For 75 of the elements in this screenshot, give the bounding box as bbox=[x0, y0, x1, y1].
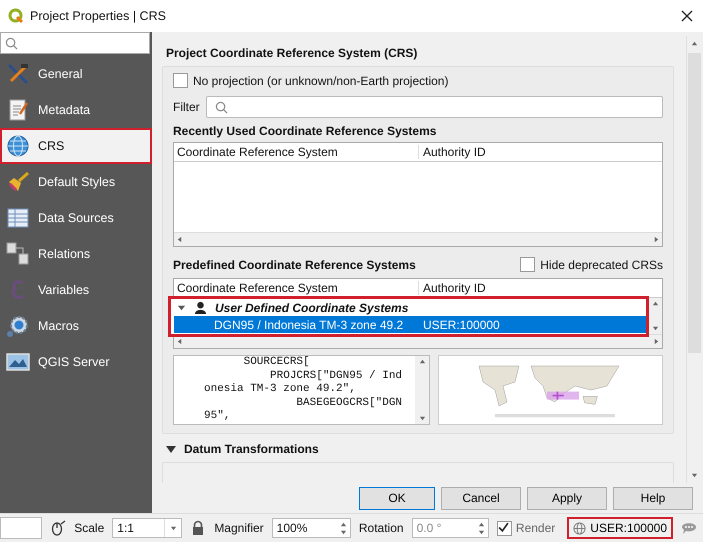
vertical-scrollbar[interactable] bbox=[648, 298, 662, 334]
down-arrow-icon[interactable] bbox=[340, 528, 348, 536]
column-header[interactable]: Coordinate Reference System bbox=[174, 145, 419, 159]
vertical-scrollbar[interactable] bbox=[415, 356, 429, 424]
tree-group-row[interactable]: User Defined Coordinate Systems bbox=[174, 299, 646, 316]
left-arrow-icon[interactable] bbox=[176, 236, 183, 243]
right-arrow-icon[interactable] bbox=[653, 338, 660, 345]
up-arrow-icon[interactable] bbox=[418, 358, 426, 365]
dialog-button[interactable]: Help bbox=[613, 486, 693, 510]
wkt-text-area: SOURCECRS[ PROJCRS["DGN95 / Ind onesia TM-3 zone 49.2", BASEGEOGCRS["DGN 95", bbox=[173, 355, 430, 425]
rotation-spinbox[interactable]: 0.0 ° bbox=[412, 518, 489, 538]
scale-label: Scale bbox=[74, 521, 104, 535]
scale-combo[interactable]: 1:1 bbox=[112, 518, 182, 538]
sidebar-item[interactable]: Data Sources bbox=[0, 200, 152, 236]
sidebar-item[interactable]: General bbox=[0, 56, 152, 92]
sidebar-item[interactable]: QGIS Server bbox=[0, 344, 152, 380]
crs-status-button[interactable]: USER:100000 bbox=[567, 517, 673, 539]
sidebar-item[interactable]: Relations bbox=[0, 236, 152, 272]
up-arrow-icon[interactable] bbox=[690, 40, 698, 47]
dialog-button[interactable]: OK bbox=[359, 486, 435, 510]
horizontal-scrollbar[interactable] bbox=[174, 232, 662, 246]
sidebar-item[interactable]: Metadata bbox=[0, 92, 152, 128]
brush-icon bbox=[6, 170, 30, 194]
render-checkbox[interactable]: Render bbox=[496, 520, 556, 536]
tools-icon bbox=[6, 62, 30, 86]
magnifier-label: Magnifier bbox=[214, 521, 264, 535]
subsection-heading: Predefined Coordinate Reference Systems bbox=[173, 258, 416, 272]
gear-icon bbox=[6, 314, 30, 338]
down-arrow-icon[interactable] bbox=[690, 472, 698, 479]
filter-field[interactable] bbox=[206, 96, 663, 118]
subsection-heading: Recently Used Coordinate Reference Systems bbox=[173, 124, 438, 138]
globe-icon bbox=[573, 522, 586, 534]
up-arrow-icon[interactable] bbox=[340, 520, 348, 528]
crs-row[interactable]: DGN95 / Indonesia TM-3 zone 49.2 USER:100000 bbox=[174, 316, 646, 333]
rotation-label: Rotation bbox=[358, 521, 404, 535]
column-header[interactable]: Authority ID bbox=[419, 145, 662, 159]
down-arrow-icon[interactable] bbox=[478, 528, 486, 536]
globe-icon bbox=[6, 134, 30, 158]
down-arrow-icon[interactable] bbox=[418, 415, 426, 422]
expand-arrow-icon[interactable] bbox=[177, 303, 186, 312]
mouse-icon[interactable] bbox=[50, 520, 66, 536]
magnifier-spinbox[interactable]: 100% bbox=[272, 518, 351, 538]
sidebar-item[interactable]: CRS bbox=[0, 128, 152, 164]
hide-deprecated-checkbox[interactable]: Hide deprecated CRSs bbox=[520, 257, 663, 272]
search-field[interactable] bbox=[0, 32, 150, 54]
checkbox[interactable] bbox=[496, 520, 512, 536]
status-field[interactable] bbox=[0, 517, 42, 539]
no-projection-checkbox[interactable]: No projection (or unknown/non-Earth projection) bbox=[173, 73, 663, 88]
table-icon bbox=[6, 206, 30, 230]
sidebar-item[interactable]: Macros bbox=[0, 308, 152, 344]
expand-arrow-icon bbox=[166, 444, 176, 454]
column-header[interactable]: Authority ID bbox=[419, 281, 662, 295]
tables-icon bbox=[6, 242, 30, 266]
filter-label: Filter bbox=[173, 100, 200, 114]
dropdown-arrow-icon[interactable] bbox=[170, 524, 177, 532]
search-icon bbox=[5, 36, 18, 50]
dialog-button[interactable]: Cancel bbox=[441, 486, 521, 510]
up-arrow-icon[interactable] bbox=[652, 300, 658, 307]
app-logo-icon bbox=[8, 8, 24, 24]
user-icon bbox=[194, 301, 207, 314]
checkbox[interactable] bbox=[520, 257, 536, 272]
dialog-button[interactable]: Apply bbox=[527, 486, 607, 510]
sidebar-item[interactable]: Default Styles bbox=[0, 164, 152, 200]
window-title: Project Properties | CRS bbox=[30, 9, 167, 23]
down-arrow-icon[interactable] bbox=[652, 325, 658, 332]
datum-section-header[interactable]: Datum Transformations bbox=[166, 442, 674, 456]
checkbox[interactable] bbox=[173, 73, 188, 88]
left-arrow-icon[interactable] bbox=[176, 338, 183, 345]
column-header[interactable]: Coordinate Reference System bbox=[174, 281, 419, 295]
search-icon bbox=[214, 100, 228, 114]
close-icon[interactable] bbox=[681, 10, 693, 22]
up-arrow-icon[interactable] bbox=[478, 520, 486, 528]
section-heading: Project Coordinate Reference System (CRS) bbox=[166, 46, 418, 60]
right-arrow-icon[interactable] bbox=[653, 236, 660, 243]
sidebar-item[interactable]: Variables bbox=[0, 272, 152, 308]
